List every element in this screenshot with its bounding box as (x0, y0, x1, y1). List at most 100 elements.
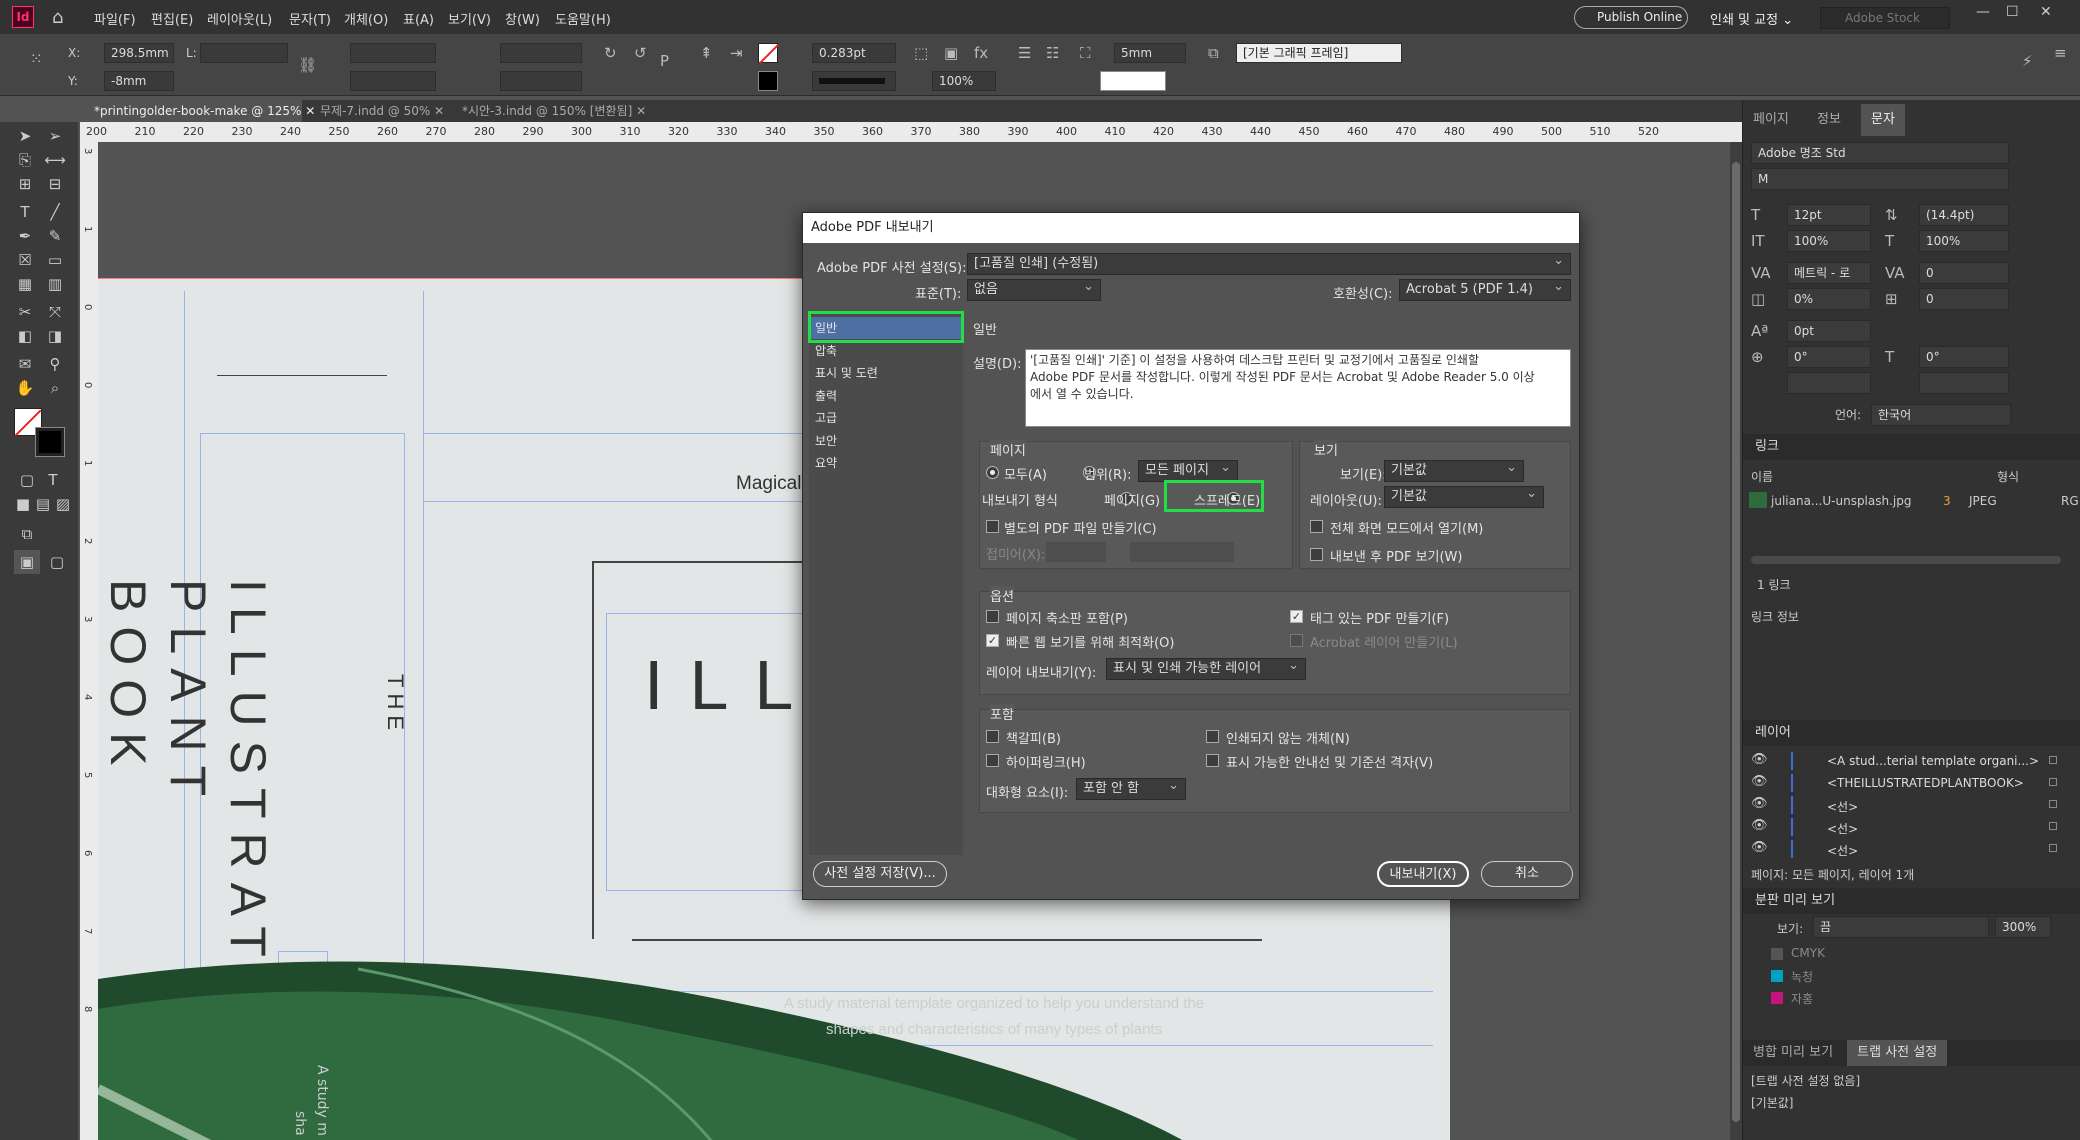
normal-mode-icon[interactable]: ▣ (14, 550, 40, 574)
home-icon[interactable]: ⌂ (52, 7, 63, 28)
panel-menu-icon[interactable]: ≡ (2054, 44, 2067, 62)
view-after-checkbox[interactable] (1310, 548, 1323, 561)
dialog-nav-item[interactable]: 출력 (809, 385, 963, 407)
apply-none-icon[interactable]: ▨ (50, 492, 76, 516)
skew-field[interactable]: 0° (1919, 346, 2009, 368)
stroke-weight-field[interactable]: 0.283pt (812, 43, 896, 63)
tracking-field[interactable]: 0 (1919, 262, 2009, 284)
layer-select-square-icon[interactable] (2049, 800, 2057, 808)
direct-selection-tool-icon[interactable]: ➢ (42, 124, 68, 148)
publish-online-button[interactable]: Publish Online (1574, 6, 1688, 29)
range-select[interactable]: 모든 페이지 (1138, 460, 1238, 482)
content-placer-icon[interactable]: ⊟ (42, 172, 68, 196)
stroke-color-icon[interactable] (35, 427, 65, 457)
tab-info[interactable]: 정보 (1807, 104, 1851, 136)
menu-window[interactable]: 창(W) (505, 9, 540, 28)
font-family-select[interactable]: Adobe 명조 Std (1751, 142, 2009, 164)
rectangle-frame-tool-icon[interactable]: ☒ (12, 248, 38, 272)
pencil-tool-icon[interactable]: ✎ (42, 224, 68, 248)
rotate-ccw-icon[interactable]: ↺ (634, 44, 647, 62)
eyedropper-tool-icon[interactable]: ⚲ (42, 352, 68, 376)
selection-tool-icon[interactable]: ➤ (12, 124, 38, 148)
workspace-switcher[interactable]: 인쇄 및 교정 ⌄ (1710, 9, 1793, 28)
flip-icon[interactable]: P (660, 52, 669, 70)
suffix-select[interactable] (1046, 542, 1106, 562)
menu-help[interactable]: 도움말(H) (555, 9, 611, 28)
page-tool-icon[interactable]: ⎘ (12, 148, 38, 172)
stroke-color-preview[interactable] (1100, 71, 1166, 91)
baseline-shift-field[interactable]: 0pt (1787, 320, 1871, 342)
thumbnails-checkbox[interactable] (986, 610, 999, 623)
menu-layout[interactable]: 레이아웃(L) (207, 9, 272, 28)
tsume-field[interactable]: 0% (1787, 288, 1871, 310)
gradient-tool-icon[interactable]: ◧ (12, 324, 38, 348)
stock-search-input[interactable]: Adobe Stock (1820, 7, 1950, 29)
link-constrain-icon[interactable]: ⛓ (298, 56, 317, 74)
separate-pdf-checkbox[interactable] (986, 520, 999, 533)
sep-zoom-select[interactable]: 300% (1995, 916, 2051, 938)
opacity-field[interactable]: 100% (932, 71, 996, 91)
visibility-eye-icon[interactable]: 👁 (1751, 818, 1768, 833)
free-transform-tool-icon[interactable]: ⤧ (42, 300, 68, 324)
menu-file[interactable]: 파일(F) (94, 9, 136, 28)
dialog-nav-item[interactable]: 표시 및 도련 (809, 362, 963, 384)
bookmarks-checkbox[interactable] (986, 730, 999, 743)
font-style-select[interactable]: M (1751, 168, 2009, 190)
fastweb-checkbox[interactable]: ✓ (986, 634, 999, 647)
visibility-eye-icon[interactable]: 👁 (1751, 752, 1768, 767)
trap-item-default[interactable]: [기본값] (1751, 1094, 1793, 1111)
vertical-scrollbar[interactable] (1730, 142, 1742, 1140)
gradient-feather-tool-icon[interactable]: ◨ (42, 324, 68, 348)
text-wrap-icon[interactable]: ☰ (1018, 44, 1031, 62)
lightning-icon[interactable]: ⚡ (2022, 52, 2033, 70)
effects-icon[interactable]: fx (974, 44, 988, 62)
gap-tool-icon[interactable]: ⟷ (42, 148, 68, 172)
char-rotation-field[interactable]: 0° (1787, 346, 1871, 368)
nonprint-checkbox[interactable] (1206, 730, 1219, 743)
layer-select-square-icon[interactable] (2049, 778, 2057, 786)
layer-row[interactable]: 👁 <A stud...terial template organi...> (1743, 750, 2080, 772)
tab-untitled-7[interactable]: 무제-7.indd @ 50% ✕ (306, 100, 444, 122)
text-wrap-2-icon[interactable]: ☷ (1046, 44, 1059, 62)
layer-select-square-icon[interactable] (2049, 822, 2057, 830)
tab-sian-3[interactable]: *시안-3.indd @ 150% [변환됨] ✕ (448, 100, 646, 122)
frame-fitting-icon[interactable]: ⬚ (914, 44, 928, 62)
description-textarea[interactable]: '[고품질 인쇄]' 기준] 이 설정을 사용하여 데스크탑 프린터 및 교정기… (1025, 349, 1571, 427)
layer-row[interactable]: 👁 <THEILLUSTRATEDPLANTBOOK> (1743, 772, 2080, 794)
shear-field[interactable] (500, 71, 582, 91)
fullscreen-checkbox[interactable] (1310, 520, 1323, 533)
gap-field[interactable]: 5mm (1114, 43, 1186, 63)
interactive-select[interactable]: 포함 안 함 (1076, 778, 1186, 800)
share-icon[interactable]: ⧉ (14, 522, 40, 546)
select-container-icon[interactable]: ⇞ (700, 44, 713, 62)
aki-field[interactable]: 0 (1919, 288, 2009, 310)
kerning-select[interactable]: 메트릭 - 로 (1787, 262, 1871, 284)
trap-item-none[interactable]: [트랩 사전 설정 없음] (1751, 1072, 1860, 1089)
hand-tool-icon[interactable]: ✋ (12, 376, 38, 400)
suffix-field[interactable] (1130, 542, 1234, 562)
leading-field[interactable]: (14.4pt) (1919, 204, 2009, 226)
drop-shadow-icon[interactable]: ▣ (944, 44, 958, 62)
layer-row[interactable]: 👁 <선> (1743, 816, 2080, 838)
frame-options-icon[interactable]: ⧉ (1208, 44, 1219, 62)
all-radio[interactable] (986, 466, 999, 479)
preview-mode-icon[interactable]: ▢ (44, 550, 70, 574)
preset-select[interactable]: [고품질 인쇄] (수정됨) (967, 253, 1571, 275)
view-select[interactable]: 기본값 (1384, 460, 1524, 482)
y-field[interactable]: -8mm (104, 71, 174, 91)
formatting-text-icon[interactable]: T (40, 468, 66, 492)
tab-close-icon[interactable]: ✕ (636, 104, 646, 118)
menu-view[interactable]: 보기(V) (448, 9, 491, 28)
extra-field-1[interactable] (1787, 372, 1871, 394)
menu-edit[interactable]: 편집(E) (151, 9, 193, 28)
zoom-tool-icon[interactable]: ⌕ (42, 376, 68, 400)
acrobat-layers-checkbox[interactable] (1290, 634, 1303, 647)
visibility-eye-icon[interactable]: 👁 (1751, 774, 1768, 789)
visibility-eye-icon[interactable]: 👁 (1751, 796, 1768, 811)
line-tool-icon[interactable]: ╱ (42, 200, 68, 224)
select-next-icon[interactable]: ⇥ (730, 44, 743, 62)
tab-printingolder[interactable]: *printingolder-book-make @ 125% ✕ (80, 100, 315, 122)
table-tool-icon[interactable]: ▦ (12, 272, 38, 296)
tab-pages[interactable]: 페이지 (1743, 104, 1799, 136)
length-field[interactable] (200, 43, 288, 63)
